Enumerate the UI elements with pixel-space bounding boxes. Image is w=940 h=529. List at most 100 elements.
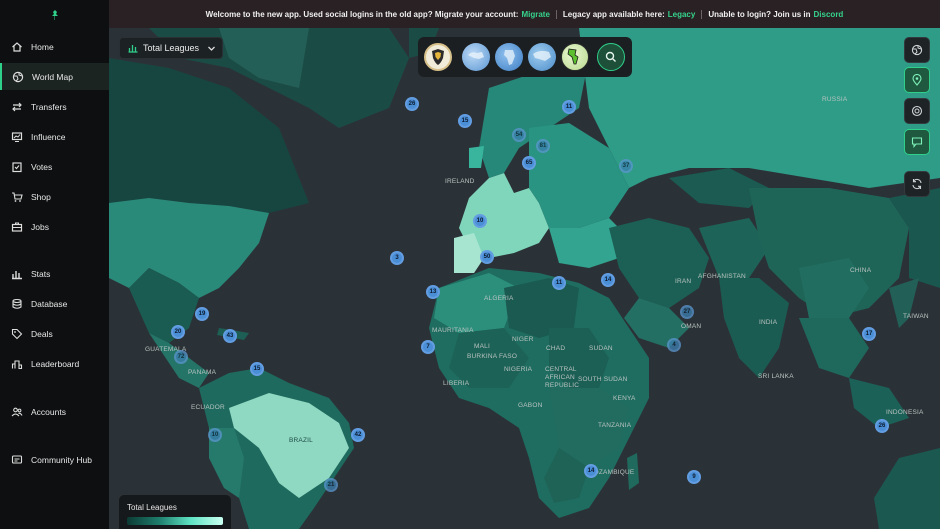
bar-chart-icon: [128, 45, 138, 53]
league-cluster-marker[interactable]: 21: [324, 478, 338, 492]
country-label: BRAZIL: [289, 437, 313, 444]
nav-shop[interactable]: Shop: [0, 183, 109, 210]
league-cluster-marker[interactable]: 54: [512, 128, 526, 142]
league-cluster-marker[interactable]: 9: [687, 470, 701, 484]
banner-separator: [555, 9, 557, 19]
league-cluster-marker[interactable]: 11: [562, 100, 576, 114]
country-label: RUSSIA: [822, 96, 848, 103]
league-cluster-marker[interactable]: 81: [536, 139, 550, 153]
nav-home[interactable]: Home: [0, 33, 109, 60]
league-cluster-marker[interactable]: 14: [584, 464, 598, 478]
nav-community-hub-label: Community Hub: [31, 454, 92, 465]
league-cluster-marker[interactable]: 10: [208, 428, 222, 442]
nav-database[interactable]: Database: [0, 290, 109, 317]
chat-button[interactable]: [904, 129, 930, 155]
discord-link[interactable]: Discord: [814, 10, 844, 19]
map-search-button[interactable]: [597, 43, 625, 71]
community-icon: [11, 454, 23, 466]
announcement-banner: Welcome to the new app. Used social logi…: [109, 0, 940, 28]
europe-view-button[interactable]: [462, 43, 490, 71]
league-cluster-marker[interactable]: 43: [223, 329, 237, 343]
nav-influence[interactable]: Influence: [0, 123, 109, 150]
nav-accounts[interactable]: Accounts: [0, 398, 109, 425]
legacy-link[interactable]: Legacy: [668, 10, 696, 19]
world-view-button[interactable]: [904, 37, 930, 63]
country-label: GABON: [518, 402, 543, 409]
stats-icon: [11, 268, 23, 280]
legend-gradient-bar: [127, 517, 223, 525]
country-label: MAURITANIA: [432, 327, 474, 334]
nav-shop-label: Shop: [31, 191, 51, 202]
nav-deals[interactable]: Deals: [0, 320, 109, 347]
country-label: CHINA: [850, 267, 872, 274]
country-label: SRI LANKA: [758, 373, 794, 380]
league-cluster-marker[interactable]: 72: [174, 350, 188, 364]
league-cluster-marker[interactable]: 15: [458, 114, 472, 128]
league-cluster-marker[interactable]: 4: [667, 338, 681, 352]
country-label: CENTRAL AFRICAN REPUBLIC: [545, 366, 580, 389]
database-icon: [11, 298, 23, 310]
league-cluster-marker[interactable]: 19: [195, 307, 209, 321]
nav-leaderboard[interactable]: Leaderboard: [0, 350, 109, 377]
nav-jobs[interactable]: Jobs: [0, 213, 109, 240]
country-label: ALGERIA: [484, 295, 514, 302]
cart-icon: [11, 191, 23, 203]
league-cluster-marker[interactable]: 65: [522, 156, 536, 170]
map-legend: Total Leagues: [119, 495, 231, 529]
nav-votes[interactable]: Votes: [0, 153, 109, 180]
league-cluster-marker[interactable]: 26: [405, 97, 419, 111]
league-cluster-marker[interactable]: 50: [480, 250, 494, 264]
nav-transfers[interactable]: Transfers: [0, 93, 109, 120]
africa-view-button[interactable]: [495, 43, 523, 71]
nav-accounts-label: Accounts: [31, 406, 66, 417]
league-cluster-marker[interactable]: 42: [351, 428, 365, 442]
asia-view-button[interactable]: [528, 43, 556, 71]
league-cluster-marker[interactable]: 10: [473, 214, 487, 228]
map-pin-icon: [912, 74, 922, 86]
globe-africa-icon: [504, 50, 515, 65]
globe-icon: [911, 44, 923, 56]
influence-icon: [11, 131, 23, 143]
club-view-button[interactable]: [424, 43, 452, 71]
accounts-icon: [11, 406, 23, 418]
league-cluster-marker[interactable]: 20: [171, 325, 185, 339]
league-cluster-marker[interactable]: 26: [875, 419, 889, 433]
country-label: NIGERIA: [504, 366, 533, 373]
nav-world-map[interactable]: World Map: [0, 63, 109, 90]
leaderboard-icon: [11, 358, 23, 370]
league-cluster-marker[interactable]: 17: [862, 327, 876, 341]
world-map[interactable]: RUSSIA IRELAND ALGERIA CHINA AFGHANISTAN…: [109, 28, 940, 529]
sidebar: Home World Map Transfers Influence Votes…: [0, 0, 110, 529]
refresh-button[interactable]: [904, 171, 930, 197]
league-cluster-marker[interactable]: 11: [552, 276, 566, 290]
target-icon: [911, 105, 923, 117]
tag-icon: [11, 328, 23, 340]
map-view-selector: [418, 37, 632, 77]
search-icon: [605, 51, 616, 62]
country-label: AFGHANISTAN: [698, 273, 746, 280]
league-cluster-marker[interactable]: 13: [426, 285, 440, 299]
league-cluster-marker[interactable]: 3: [390, 251, 404, 265]
league-cluster-marker[interactable]: 15: [250, 362, 264, 376]
country-label: NIGER: [512, 336, 534, 343]
country-label: IRELAND: [445, 178, 475, 185]
location-pin-button[interactable]: [904, 67, 930, 93]
chat-icon: [911, 137, 923, 148]
legend-title: Total Leagues: [127, 503, 177, 512]
americas-view-button[interactable]: [561, 43, 589, 71]
league-filter-dropdown[interactable]: Total Leagues: [119, 37, 223, 59]
migrate-link[interactable]: Migrate: [521, 10, 549, 19]
nav-leaderboard-label: Leaderboard: [31, 358, 80, 369]
layers-button[interactable]: [904, 98, 930, 124]
pin-logo-icon: [52, 10, 58, 20]
league-cluster-marker[interactable]: 27: [680, 305, 694, 319]
briefcase-icon: [11, 221, 23, 233]
country-label: TAIWAN: [903, 313, 929, 320]
nav-stats[interactable]: Stats: [0, 260, 109, 287]
league-cluster-marker[interactable]: 37: [619, 159, 633, 173]
league-cluster-marker[interactable]: 14: [601, 273, 615, 287]
league-cluster-marker[interactable]: 7: [421, 340, 435, 354]
country-label: INDONESIA: [886, 409, 924, 416]
nav-deals-label: Deals: [31, 328, 53, 339]
nav-community-hub[interactable]: Community Hub: [0, 446, 109, 473]
